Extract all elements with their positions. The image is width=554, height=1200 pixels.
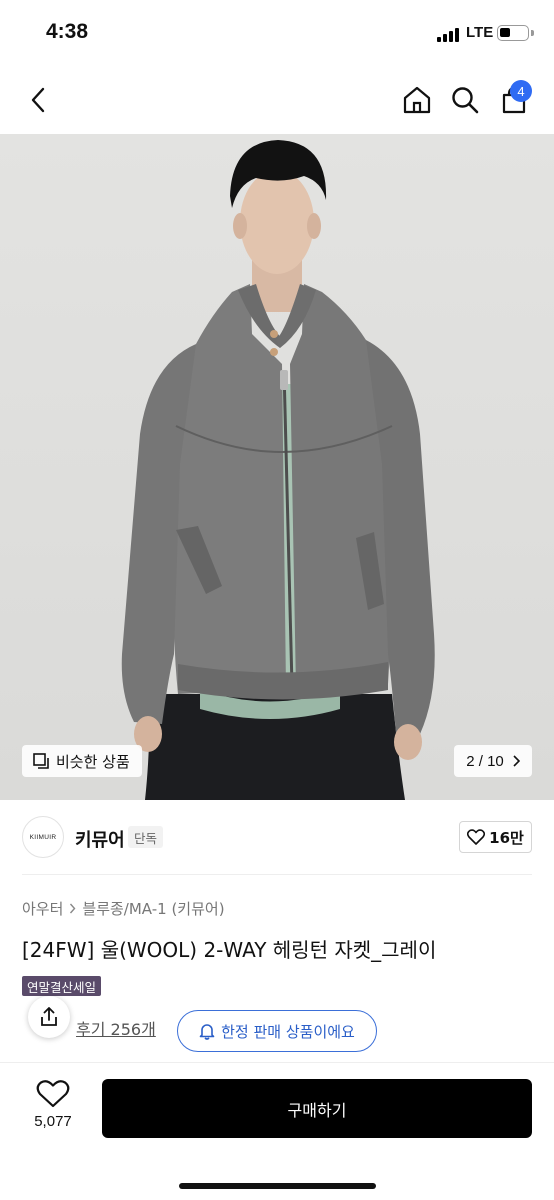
chevron-right-icon — [513, 755, 520, 767]
wishlist-count: 5,077 — [34, 1113, 72, 1130]
buy-button[interactable]: 구매하기 — [102, 1079, 532, 1138]
home-button[interactable] — [399, 82, 435, 118]
model-photo — [121, 140, 435, 800]
similar-items-icon — [33, 753, 49, 769]
breadcrumb: 아우터 블루종/MA-1 (키뮤어) — [22, 898, 225, 919]
brand-name[interactable]: 키뮤어 — [75, 826, 125, 852]
sale-badge: 연말결산세일 — [22, 976, 102, 996]
chevron-left-icon — [31, 87, 45, 113]
share-icon — [41, 1007, 57, 1026]
status-bar: 4:38 LTE — [0, 0, 554, 66]
review-link[interactable]: 후기 256개 — [76, 1016, 156, 1040]
product-image[interactable] — [0, 134, 554, 800]
similar-products-label: 비슷한 상품 — [56, 752, 130, 771]
home-indicator — [179, 1183, 376, 1189]
heart-icon — [36, 1080, 70, 1108]
bell-icon — [199, 1024, 215, 1040]
limited-sale-label: 한정 판매 상품이에요 — [221, 1022, 355, 1041]
cart-count-badge: 4 — [510, 80, 532, 102]
status-time: 4:38 — [46, 20, 89, 43]
back-button[interactable] — [20, 82, 56, 118]
search-button[interactable] — [447, 82, 483, 118]
product-title: [24FW] 울(WOOL) 2-WAY 헤링턴 자켓_그레이 — [22, 938, 437, 962]
brand-like-button[interactable]: 16만 — [459, 821, 532, 853]
similar-products-button[interactable]: 비슷한 상품 — [22, 745, 142, 777]
signal-icon — [437, 28, 462, 42]
search-icon — [452, 87, 479, 114]
chevron-right-icon — [70, 903, 76, 914]
image-counter[interactable]: 2 / 10 — [454, 745, 532, 777]
brand-like-count: 16만 — [489, 828, 524, 847]
network-label: LTE — [466, 24, 494, 41]
limited-sale-notice[interactable]: 한정 판매 상품이에요 — [177, 1010, 377, 1052]
breadcrumb-category[interactable]: 아우터 — [22, 898, 63, 919]
home-icon — [403, 86, 431, 114]
brand-logo[interactable]: KIIMUIR — [22, 816, 64, 858]
share-button[interactable] — [28, 996, 70, 1038]
nav-bar — [0, 66, 554, 134]
exclusive-tag: 단독 — [128, 826, 164, 848]
heart-icon — [467, 829, 486, 845]
image-counter-text: 2 / 10 — [466, 752, 504, 770]
breadcrumb-subcategory[interactable]: 블루종/MA-1 (키뮤어) — [82, 898, 224, 919]
battery-icon — [497, 25, 529, 41]
divider — [22, 874, 532, 875]
wishlist-button[interactable] — [36, 1079, 70, 1109]
